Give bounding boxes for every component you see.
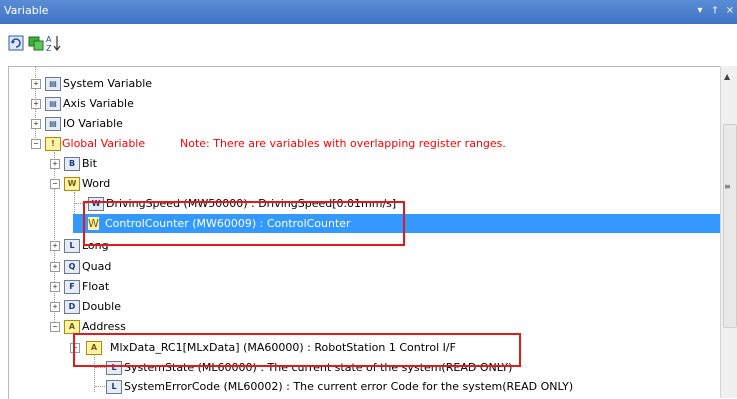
close-icon[interactable]: ×	[724, 4, 736, 18]
bit-type-icon: B	[64, 157, 80, 171]
long-type-icon: L	[64, 239, 80, 253]
pin-icon[interactable]: †	[709, 4, 721, 18]
tree-item-word[interactable]: − W Word	[0, 174, 720, 193]
variable-toolbar: A Z	[0, 24, 737, 64]
tree-item-label: System Variable	[63, 77, 153, 90]
expand-icon[interactable]: +	[50, 302, 60, 312]
highlight-box-word	[83, 201, 405, 246]
highlight-box-address	[73, 333, 521, 367]
tree-item-io-variable[interactable]: + ▤ IO Variable	[0, 114, 720, 133]
double-type-icon: D	[64, 300, 80, 314]
tree-item-label: Float	[82, 280, 110, 293]
tree-item-label: IO Variable	[63, 117, 123, 130]
word-warning-icon: W	[64, 177, 80, 191]
collapse-icon[interactable]: −	[31, 139, 41, 149]
overlap-warning-note: Note: There are variables with overlappi…	[180, 137, 506, 150]
folder-icon: ▤	[45, 117, 61, 131]
folder-icon: ▤	[45, 97, 61, 111]
tree-item-float[interactable]: + F Float	[0, 277, 720, 296]
expand-icon[interactable]: +	[50, 159, 60, 169]
monitor-button[interactable]	[28, 34, 44, 52]
expand-icon[interactable]: +	[50, 241, 60, 251]
expand-icon[interactable]: +	[50, 282, 60, 292]
panel-dropdown-icon[interactable]: ▾	[694, 4, 706, 18]
quad-type-icon: Q	[64, 260, 80, 274]
refresh-icon	[8, 35, 24, 51]
monitor-variable-icon	[28, 36, 44, 51]
svg-text:Z: Z	[46, 44, 52, 52]
refresh-button[interactable]	[8, 34, 24, 52]
scroll-up-icon[interactable]: ▲	[724, 72, 730, 81]
long-variable-icon: L	[106, 380, 122, 394]
tree-item-bit[interactable]: + B Bit	[0, 154, 720, 173]
tree-item-quad[interactable]: + Q Quad	[0, 257, 720, 276]
tree-item-axis-variable[interactable]: + ▤ Axis Variable	[0, 94, 720, 113]
address-warning-icon: A	[64, 320, 80, 334]
tree-item-label: Axis Variable	[63, 97, 134, 110]
tree-item-system-error-code[interactable]: L SystemErrorCode (ML60002) : The curren…	[0, 377, 720, 396]
sort-button[interactable]: A Z	[46, 34, 62, 52]
tree-item-double[interactable]: + D Double	[0, 297, 720, 316]
svg-text:A: A	[46, 35, 52, 44]
tree-item-label: SystemErrorCode (ML60002) : The current …	[124, 380, 574, 393]
tree-item-label: Word	[82, 177, 111, 190]
warning-icon: !	[45, 137, 61, 151]
scroll-grip-icon: ≡	[724, 182, 731, 191]
sort-az-icon: A Z	[46, 35, 61, 52]
expand-icon[interactable]: +	[31, 79, 41, 89]
collapse-icon[interactable]: −	[50, 179, 60, 189]
panel-titlebar: Variable ▾ † ×	[0, 0, 737, 24]
tree-item-system-variable[interactable]: + ▤ System Variable	[0, 74, 720, 93]
tree-item-label: Bit	[82, 157, 97, 170]
tree-item-label: Quad	[82, 260, 112, 273]
vertical-scrollbar[interactable]: ▲ ≡	[720, 66, 737, 398]
scroll-thumb[interactable]	[723, 124, 737, 328]
tree-item-label: Global Variable	[62, 137, 146, 150]
float-type-icon: F	[64, 280, 80, 294]
expand-icon[interactable]: +	[50, 262, 60, 272]
tree-item-global-variable[interactable]: − ! Global Variable Note: There are vari…	[0, 134, 720, 153]
collapse-icon[interactable]: −	[50, 322, 60, 332]
expand-icon[interactable]: +	[31, 99, 41, 109]
tree-item-label: Double	[82, 300, 121, 313]
folder-icon: ▤	[45, 77, 61, 91]
expand-icon[interactable]: +	[31, 119, 41, 129]
panel-title: Variable	[4, 4, 49, 17]
